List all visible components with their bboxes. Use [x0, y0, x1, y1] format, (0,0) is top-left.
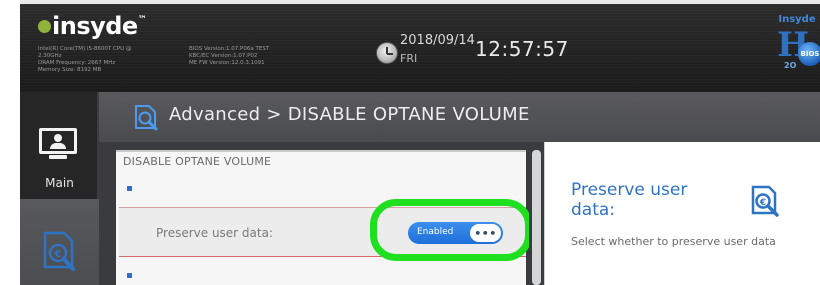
sidebar-item-label: Main: [45, 176, 74, 190]
sidebar-item-main[interactable]: Main: [20, 92, 99, 199]
day-display: FRI: [400, 52, 418, 65]
toggle-value: Enabled: [417, 227, 454, 237]
sidebar: Main €: [20, 92, 99, 285]
section-title: DISABLE OPTANE VOLUME: [123, 155, 272, 168]
document-search-icon: €: [751, 185, 779, 217]
svg-text:€: €: [54, 249, 62, 260]
help-description: Select whether to preserve user data: [571, 235, 776, 248]
cpu-speed: 2.30GHz: [38, 53, 62, 59]
logo-mark-icon: [38, 20, 51, 33]
system-info-versions: BIOS Version:1.07.P06a TEST KBC/EC Versi…: [189, 46, 269, 67]
scrollbar[interactable]: [529, 142, 544, 285]
header-bar: insyde™ Intel(R) Core(TM) i5-8600T CPU @…: [20, 0, 820, 92]
help-title: Preserve user data:: [571, 180, 688, 220]
document-search-icon: [135, 105, 158, 131]
kbc-ec-version: KBC/EC Version:1.07.P02: [189, 53, 258, 59]
setting-label: Preserve user data:: [156, 226, 274, 240]
memory-size: Memory Size: 8192 MB: [38, 67, 102, 73]
system-info-cpu-memory: Intel(R) Core(TM) i5-8600T CPU @ 2.30GHz…: [38, 46, 131, 74]
cpu-info: Intel(R) Core(TM) i5-8600T CPU @: [38, 46, 132, 52]
svg-text:€: €: [759, 198, 766, 208]
logo-text: insyde: [52, 12, 138, 40]
sidebar-item-advanced[interactable]: €: [20, 199, 99, 285]
insyde-h2o-bios-logo: Insyde H BIOS 2O: [761, 14, 820, 72]
clock-icon: [376, 42, 398, 64]
more-options-icon[interactable]: •••: [470, 224, 501, 242]
breadcrumb: Advanced > DISABLE OPTANE VOLUME: [169, 104, 530, 125]
page-title-bar: Advanced > DISABLE OPTANE VOLUME: [99, 92, 820, 142]
bullet-marker: [127, 273, 132, 278]
scrollbar-thumb[interactable]: [532, 150, 541, 285]
dram-frequency: DRAM Frequency: 2667 MHz: [38, 60, 116, 66]
insyde-logo: insyde™: [38, 12, 147, 40]
bios-version: BIOS Version:1.07.P06a TEST: [189, 46, 270, 52]
me-fw-version: ME FW Version:12.0.3.1091: [189, 60, 265, 66]
time-display: 12:57:57: [475, 37, 569, 61]
bullet-marker: [127, 186, 132, 191]
setting-row-preserve-user-data[interactable]: Preserve user data: Enabled •••: [119, 207, 526, 257]
document-search-icon: €: [43, 231, 75, 271]
settings-list: DISABLE OPTANE VOLUME Preserve user data…: [116, 150, 526, 285]
settings-panel: DISABLE OPTANE VOLUME Preserve user data…: [99, 142, 529, 285]
date-display: 2018/09/14: [400, 33, 475, 48]
preserve-user-data-toggle[interactable]: Enabled •••: [408, 222, 503, 244]
monitor-user-icon: [39, 128, 77, 160]
help-panel: Preserve user data: € Select whether to …: [544, 142, 820, 285]
